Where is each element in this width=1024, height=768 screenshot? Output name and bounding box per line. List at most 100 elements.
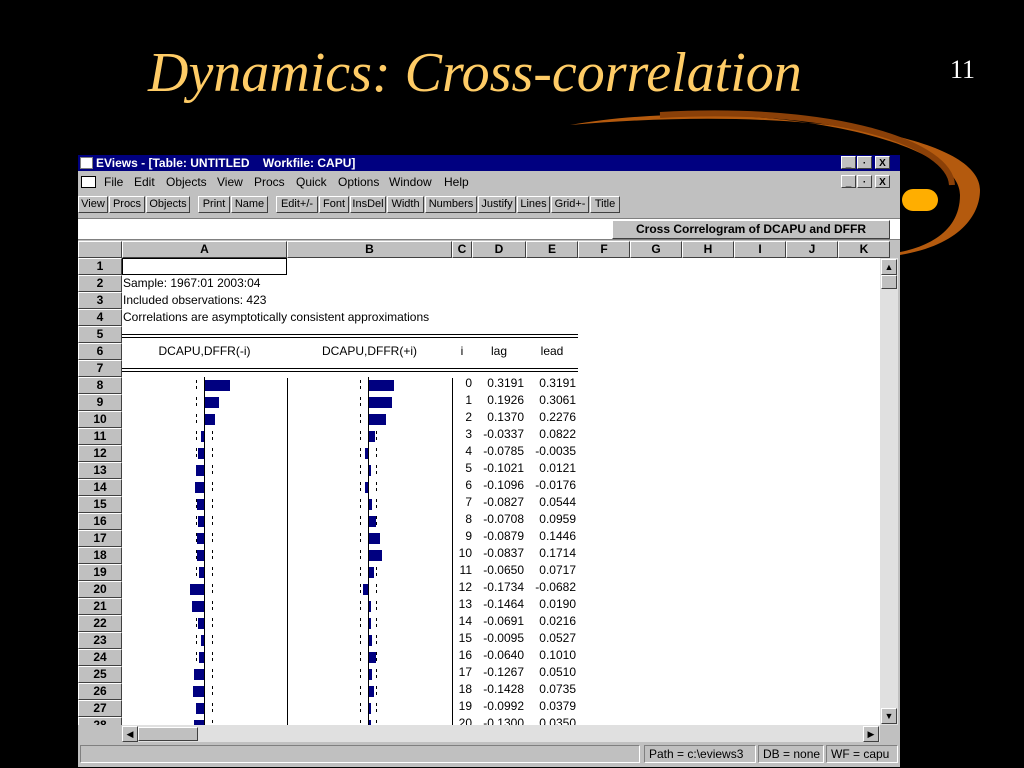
title-button[interactable]: Title: [590, 196, 620, 213]
row-header[interactable]: 5: [78, 326, 122, 343]
row-header[interactable]: 23: [78, 632, 122, 649]
menu-procs[interactable]: Procs: [254, 172, 285, 192]
row-header[interactable]: 17: [78, 530, 122, 547]
column-header-c[interactable]: C: [452, 241, 472, 258]
column-header-g[interactable]: G: [630, 241, 682, 258]
row-header[interactable]: 9: [78, 394, 122, 411]
row-header[interactable]: 20: [78, 581, 122, 598]
confidence-bound-tick: [212, 601, 213, 610]
row-header[interactable]: 1: [78, 258, 122, 275]
confidence-bound-tick: [196, 567, 197, 576]
menu-options[interactable]: Options: [338, 172, 379, 192]
minimize-button[interactable]: _: [841, 156, 856, 169]
table-grid[interactable]: Sample: 1967:01 2003:04 Included observa…: [78, 258, 880, 725]
menu-quick[interactable]: Quick: [296, 172, 327, 192]
window-titlebar[interactable]: EViews - [Table: UNTITLED Workfile: CAPU…: [78, 155, 900, 171]
objects-button[interactable]: Objects: [146, 196, 190, 213]
menu-objects[interactable]: Objects: [166, 172, 207, 192]
row-header[interactable]: 28: [78, 717, 122, 725]
row-header[interactable]: 27: [78, 700, 122, 717]
confidence-bound-tick: [196, 635, 197, 644]
zero-axis: [204, 547, 205, 564]
confidence-bound-tick: [376, 584, 377, 593]
name-button[interactable]: Name: [231, 196, 268, 213]
confidence-bound-tick: [360, 516, 361, 525]
lines-button[interactable]: Lines: [517, 196, 550, 213]
row-header[interactable]: 13: [78, 462, 122, 479]
selected-cell-a1[interactable]: [122, 258, 287, 275]
scroll-right-arrow-icon[interactable]: ▶: [863, 726, 879, 742]
row-header[interactable]: 7: [78, 360, 122, 377]
insdel-button[interactable]: InsDel: [350, 196, 386, 213]
lead-value: 0.0190: [539, 597, 576, 611]
confidence-bound-tick: [360, 686, 361, 695]
row-header[interactable]: 2: [78, 275, 122, 292]
print-button[interactable]: Print: [198, 196, 230, 213]
row-header[interactable]: 16: [78, 513, 122, 530]
row-header[interactable]: 22: [78, 615, 122, 632]
view-button[interactable]: View: [78, 196, 108, 213]
zero-axis: [204, 615, 205, 632]
scroll-up-arrow-icon[interactable]: ▲: [881, 259, 897, 275]
scroll-left-arrow-icon[interactable]: ◀: [122, 726, 138, 742]
column-header-a[interactable]: A: [122, 241, 287, 258]
column-header-d[interactable]: D: [472, 241, 526, 258]
menu-help[interactable]: Help: [444, 172, 469, 192]
row-header[interactable]: 18: [78, 547, 122, 564]
lag-value: -0.0827: [483, 495, 524, 509]
row-header[interactable]: 25: [78, 666, 122, 683]
row-header[interactable]: 26: [78, 683, 122, 700]
zero-axis: [368, 581, 369, 598]
restore-button[interactable]: ·: [857, 156, 872, 169]
menu-edit[interactable]: Edit: [134, 172, 155, 192]
row-header[interactable]: 12: [78, 445, 122, 462]
row-header[interactable]: 21: [78, 598, 122, 615]
lag-index: 20: [458, 716, 472, 725]
grid-toggle-button[interactable]: Grid+-: [551, 196, 589, 213]
vertical-scrollbar[interactable]: ▲ ▼: [880, 258, 898, 725]
menu-window[interactable]: Window: [389, 172, 432, 192]
document-icon[interactable]: [81, 176, 96, 188]
row-header[interactable]: 10: [78, 411, 122, 428]
row-header[interactable]: 6: [78, 343, 122, 360]
column-header-b[interactable]: B: [287, 241, 452, 258]
row-header[interactable]: 3: [78, 292, 122, 309]
procs-button[interactable]: Procs: [109, 196, 145, 213]
row-header[interactable]: 15: [78, 496, 122, 513]
corner-cell[interactable]: [78, 241, 122, 258]
zero-axis: [204, 513, 205, 530]
column-header-e[interactable]: E: [526, 241, 578, 258]
confidence-bound-tick: [376, 601, 377, 610]
confidence-bound-tick: [196, 652, 197, 661]
row-header[interactable]: 11: [78, 428, 122, 445]
justify-button[interactable]: Justify: [478, 196, 516, 213]
horizontal-scroll-thumb[interactable]: [138, 727, 198, 741]
doc-restore-button[interactable]: ·: [857, 175, 872, 188]
column-header-i[interactable]: I: [734, 241, 786, 258]
menu-file[interactable]: File: [104, 172, 123, 192]
row-header[interactable]: 8: [78, 377, 122, 394]
menu-view[interactable]: View: [217, 172, 243, 192]
column-header-h[interactable]: H: [682, 241, 734, 258]
column-header-f[interactable]: F: [578, 241, 630, 258]
confidence-bound-tick: [212, 431, 213, 440]
horizontal-scrollbar[interactable]: ◀ ▶: [122, 725, 880, 742]
column-header-j[interactable]: J: [786, 241, 838, 258]
row-header[interactable]: 4: [78, 309, 122, 326]
edit-field-row[interactable]: Cross Correlogram of DCAPU and DFFR: [78, 218, 900, 240]
doc-minimize-button[interactable]: _: [841, 175, 856, 188]
width-button[interactable]: Width: [387, 196, 424, 213]
font-button[interactable]: Font: [319, 196, 349, 213]
row-header[interactable]: 14: [78, 479, 122, 496]
confidence-bound-tick: [360, 533, 361, 542]
edit-toggle-button[interactable]: Edit+/-: [276, 196, 318, 213]
column-header-k[interactable]: K: [838, 241, 890, 258]
row-header[interactable]: 19: [78, 564, 122, 581]
close-button[interactable]: X: [875, 156, 890, 169]
scroll-down-arrow-icon[interactable]: ▼: [881, 708, 897, 724]
vertical-scroll-thumb[interactable]: [881, 275, 897, 289]
numbers-button[interactable]: Numbers: [425, 196, 477, 213]
lead-bar: [368, 380, 394, 391]
row-header[interactable]: 24: [78, 649, 122, 666]
doc-close-button[interactable]: X: [875, 175, 890, 188]
